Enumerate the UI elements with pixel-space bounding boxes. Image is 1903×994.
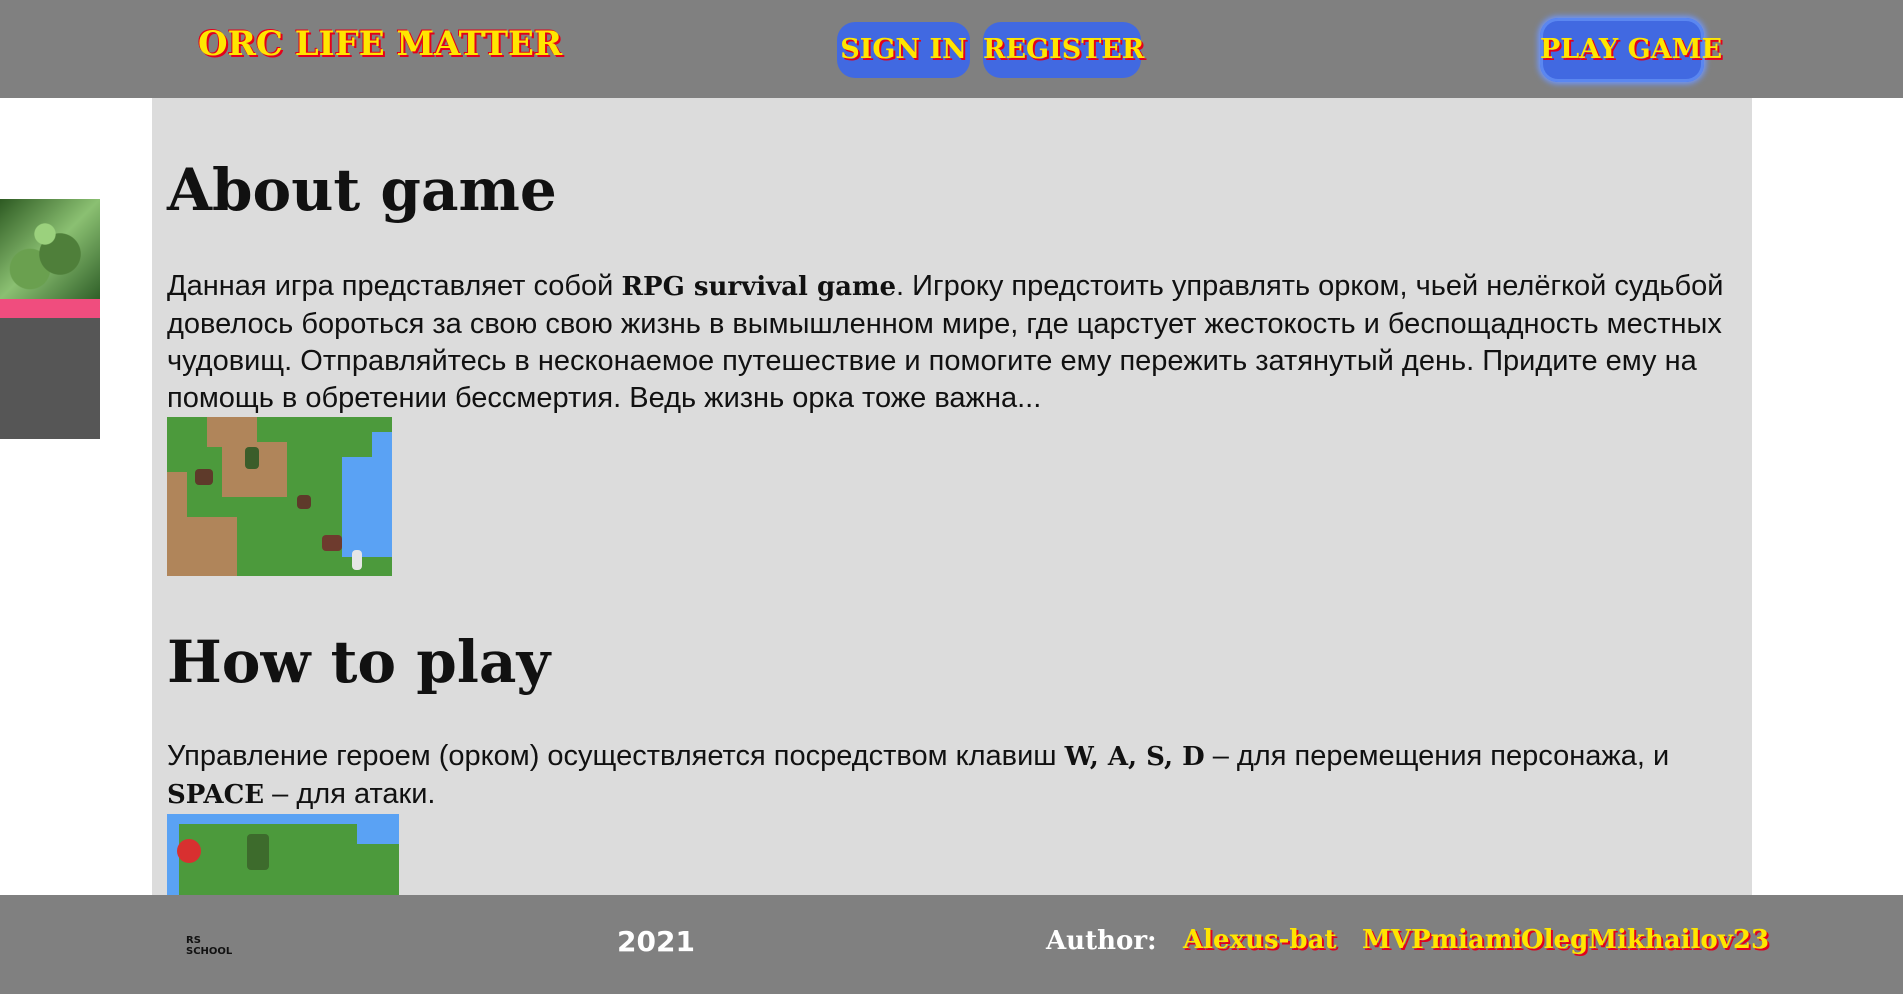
about-game-heading: About game: [167, 156, 557, 224]
how-to-play-text: Управление героем (орком) осуществляется…: [167, 738, 1742, 814]
main-content: About game Данная игра представляет собо…: [152, 98, 1752, 895]
site-header: ORC LIFE MATTER SIGN IN REGISTER PLAY GA…: [0, 0, 1903, 98]
sign-in-button[interactable]: SIGN IN: [837, 22, 970, 78]
sidebar-panel: [0, 318, 100, 439]
rs-school-logo[interactable]: RS SCHOOL: [186, 935, 250, 959]
how-text-start: Управление героем (орком) осуществляется…: [167, 740, 1065, 772]
about-text-start: Данная игра представляет собой: [167, 270, 622, 302]
about-text-highlight: RPG survival game: [621, 272, 897, 302]
author-label: Author:: [1046, 926, 1157, 956]
game-screenshot-controls: [167, 814, 399, 895]
how-text-end: – для атаки.: [264, 778, 436, 810]
how-to-play-heading: How to play: [167, 628, 551, 696]
site-logo[interactable]: ORC LIFE MATTER: [198, 24, 562, 64]
author-link-alexus-bat[interactable]: Alexus-bat: [1183, 925, 1336, 955]
attack-key: SPACE: [167, 780, 265, 810]
play-game-button[interactable]: PLAY GAME: [1540, 18, 1722, 82]
game-screenshot-map: [167, 417, 392, 576]
footer-year: 2021: [617, 925, 695, 958]
sidebar-accent-bar: [0, 299, 100, 318]
about-game-text: Данная игра представляет собой RPG survi…: [167, 268, 1742, 417]
site-footer: RS SCHOOL 2021 Author: Alexus-bat MVPmia…: [0, 895, 1903, 994]
move-keys: W, A, S, D: [1064, 742, 1205, 772]
how-text-middle: – для перемещения персонажа, и: [1204, 740, 1670, 772]
author-link-olegmikhailov23[interactable]: OlegMikhailov23: [1521, 925, 1769, 955]
author-link-mvpmiami[interactable]: MVPmiami: [1362, 925, 1522, 955]
orc-avatar-image[interactable]: [0, 199, 100, 299]
register-button[interactable]: REGISTER: [983, 22, 1144, 78]
